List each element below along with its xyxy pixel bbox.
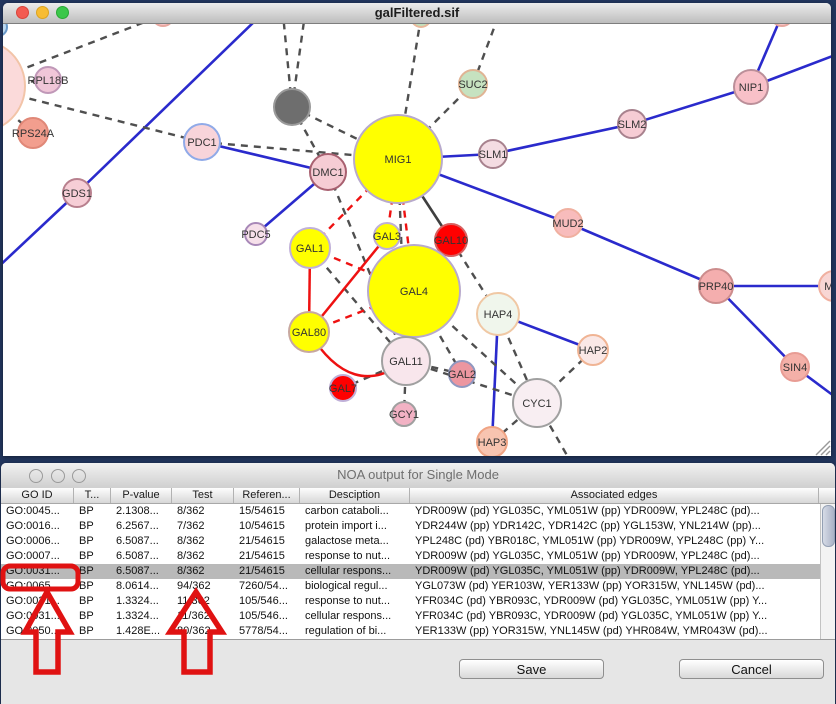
cell-go_id: GO:0007... [1,549,74,564]
save-button[interactable]: Save [459,659,604,679]
cell-test: 8/362 [172,564,234,579]
cell-test: 8/362 [172,549,234,564]
network-window-titlebar[interactable]: galFiltered.sif [3,3,831,24]
cell-description: response to nut... [300,594,410,609]
cell-p_value: 1.3324... [111,609,172,624]
cell-go_id: GO:0050... [1,624,74,639]
cell-description: response to nut... [300,549,410,564]
column-header-go_id[interactable]: GO ID [1,488,74,503]
cell-go_id: GO:0031... [1,609,74,624]
cell-go_id: GO:0016... [1,519,74,534]
cell-p_value: 6.5087... [111,534,172,549]
cell-go_id: GO:0031... [1,564,74,579]
noa-window-titlebar[interactable]: NOA output for Single Mode [1,463,835,489]
cell-associated_edges: YFR034C (pd) YBR093C, YDR009W (pd) YGL03… [410,609,819,624]
cell-p_value: 6.5087... [111,564,172,579]
cancel-button[interactable]: Cancel [679,659,824,679]
cell-associated_edges: YER133W (pp) YOR315W, YNL145W (pd) YHR08… [410,624,819,639]
cell-type: BP [74,624,111,639]
cell-p_value: 6.2567... [111,519,172,534]
cell-reference: 5778/54... [234,624,300,639]
cell-test: 80/362 [172,624,234,639]
cell-description: biological regul... [300,579,410,594]
cell-description: cellular respons... [300,564,410,579]
network-window-title: galFiltered.sif [3,5,831,20]
column-header-associated_edges[interactable]: Associated edges [410,488,819,503]
noa-window: NOA output for Single Mode GO IDT...P-va… [1,463,835,704]
cell-associated_edges: YDR009W (pd) YGL035C, YML051W (pp) YDR00… [410,564,819,579]
cell-type: BP [74,519,111,534]
network-window: galFiltered.sif RPL18BRPS24AGDS1PDC1DMC1… [3,3,831,456]
cell-description: carbon cataboli... [300,504,410,519]
cell-associated_edges: YDR009W (pd) YGL035C, YML051W (pp) YDR00… [410,549,819,564]
cell-go_id: GO:0065... [1,579,74,594]
cell-p_value: 2.1308... [111,504,172,519]
cell-description: protein import i... [300,519,410,534]
cell-go_id: GO:0045... [1,504,74,519]
cell-test: 8/362 [172,534,234,549]
cell-description: cellular respons... [300,609,410,624]
cell-associated_edges: YGL073W (pd) YER103W, YER133W (pp) YOR31… [410,579,819,594]
network-canvas[interactable]: RPL18BRPS24AGDS1PDC1DMC1MIG1SUC2SLM1SLM2… [3,24,831,456]
noa-results-table: GO IDT...P-valueTestReferen...Desciption… [1,488,835,640]
table-row[interactable]: GO:0007...BP6.5087...8/36221/54615respon… [1,549,835,564]
table-row[interactable]: GO:0006...BP6.5087...8/36221/54615galact… [1,534,835,549]
cell-associated_edges: YDR244W (pp) YDR142C, YDR142C (pp) YGL15… [410,519,819,534]
cell-test: 7/362 [172,519,234,534]
cell-go_id: GO:0031... [1,594,74,609]
column-header-p_value[interactable]: P-value [111,488,172,503]
scrollbar-thumb[interactable] [822,505,835,547]
cell-p_value: 1.3324... [111,594,172,609]
cell-associated_edges: YPL248C (pd) YBR018C, YML051W (pp) YDR00… [410,534,819,549]
cell-associated_edges: YDR009W (pd) YGL035C, YML051W (pp) YDR00… [410,504,819,519]
table-row[interactable]: GO:0031...BP1.3324...11/362105/546...cel… [1,609,835,624]
cell-description: galactose meta... [300,534,410,549]
cell-p_value: 8.0614... [111,579,172,594]
cell-go_id: GO:0006... [1,534,74,549]
cell-type: BP [74,579,111,594]
table-row-selected[interactable]: GO:0031...BP6.5087...8/36221/54615cellul… [1,564,835,579]
table-row[interactable]: GO:0031...BP1.3324...11/362105/546...res… [1,594,835,609]
cell-reference: 21/54615 [234,549,300,564]
column-header-reference[interactable]: Referen... [234,488,300,503]
cell-test: 8/362 [172,504,234,519]
cell-p_value: 6.5087... [111,549,172,564]
vertical-scrollbar[interactable] [820,504,835,639]
table-body: GO:0045...BP2.1308...8/36215/54615carbon… [1,504,835,639]
cell-reference: 15/54615 [234,504,300,519]
noa-window-title: NOA output for Single Mode [1,467,835,482]
cell-p_value: 1.428E... [111,624,172,639]
cell-reference: 7260/54... [234,579,300,594]
cell-test: 11/362 [172,609,234,624]
cell-test: 11/362 [172,594,234,609]
column-header-test[interactable]: Test [172,488,234,503]
cell-associated_edges: YFR034C (pd) YBR093C, YDR009W (pd) YGL03… [410,594,819,609]
cell-type: BP [74,534,111,549]
table-row[interactable]: GO:0045...BP2.1308...8/36215/54615carbon… [1,504,835,519]
cell-reference: 105/546... [234,594,300,609]
column-header-description[interactable]: Desciption [300,488,410,503]
cell-reference: 105/546... [234,609,300,624]
table-row[interactable]: GO:0016...BP6.2567...7/36210/54615protei… [1,519,835,534]
cell-description: regulation of bi... [300,624,410,639]
cell-test: 94/362 [172,579,234,594]
cell-type: BP [74,504,111,519]
table-row[interactable]: GO:0050...BP1.428E...80/3625778/54...reg… [1,624,835,639]
column-header-type[interactable]: T... [74,488,111,503]
table-header-row: GO IDT...P-valueTestReferen...Desciption… [1,488,835,504]
cell-reference: 21/54615 [234,564,300,579]
table-row[interactable]: GO:0065...BP8.0614...94/3627260/54...bio… [1,579,835,594]
column-header-filler [819,488,835,503]
cell-type: BP [74,549,111,564]
cell-reference: 10/54615 [234,519,300,534]
cell-type: BP [74,564,111,579]
cell-reference: 21/54615 [234,534,300,549]
resize-grip[interactable] [3,24,831,456]
cell-type: BP [74,594,111,609]
cell-type: BP [74,609,111,624]
